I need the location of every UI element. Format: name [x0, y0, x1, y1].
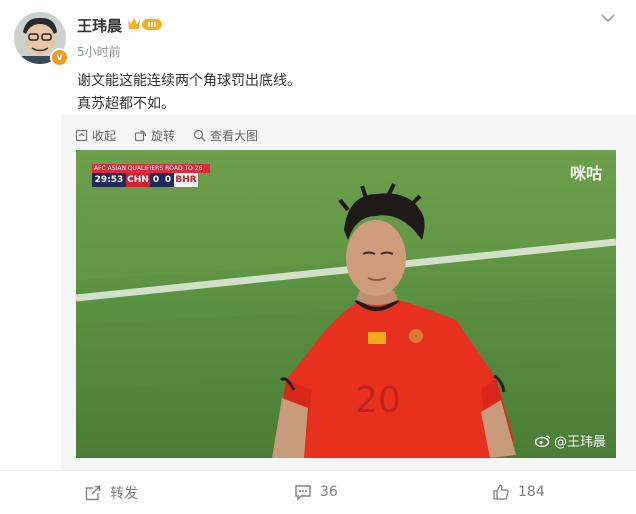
- team-b-score: 0: [162, 173, 174, 187]
- post-body: 谢文能这能连续两个角球罚出底线。 真苏超都不如。: [77, 70, 301, 116]
- thumbs-up-icon: [493, 484, 509, 500]
- match-clock: 29:53: [92, 173, 126, 187]
- author-name[interactable]: 王玮晨: [77, 15, 122, 36]
- rotate-label: 旋转: [151, 128, 176, 143]
- repost-label: 转发: [110, 486, 138, 502]
- post-timestamp[interactable]: 5小时前: [77, 43, 121, 60]
- comment-button[interactable]: 36: [294, 483, 338, 501]
- chevron-down-icon[interactable]: [598, 12, 618, 24]
- like-button[interactable]: 184: [492, 483, 545, 501]
- football-player-image: 20: [76, 150, 616, 458]
- rotate-icon: [134, 129, 147, 141]
- comment-count: 36: [320, 484, 338, 500]
- jersey-number: 20: [355, 380, 401, 421]
- collapse-button[interactable]: 收起: [75, 127, 116, 144]
- team-a-score: 0: [150, 173, 162, 187]
- media-toolbar: 收起 旋转 查看大图: [75, 126, 276, 144]
- magnify-icon: [193, 129, 206, 141]
- post-header: v 王玮晨 5小时前: [0, 0, 636, 68]
- view-large-label: 查看大图: [210, 128, 259, 143]
- view-large-button[interactable]: 查看大图: [193, 127, 258, 144]
- verified-badge-icon: v: [50, 48, 69, 67]
- post-action-bar: 转发 36 184: [0, 470, 636, 514]
- weibo-watermark-text: @王玮晨: [553, 435, 606, 450]
- media-viewer: 收起 旋转 查看大图 20 AFC ASIAN QUALIFIERS ROAD …: [61, 115, 636, 470]
- post-text-line: 真苏超都不如。: [77, 96, 175, 112]
- vip-crown-badge-icon: [128, 18, 162, 30]
- migu-watermark: 咪咕: [569, 164, 602, 183]
- like-count: 184: [518, 484, 545, 500]
- post-text-line: 谢文能这能连续两个角球罚出底线。: [77, 73, 301, 89]
- comment-icon: [295, 485, 311, 501]
- team-b-code: BHR: [174, 173, 198, 187]
- rotate-button[interactable]: 旋转: [134, 127, 175, 144]
- collapse-icon: [75, 129, 88, 141]
- post-photo[interactable]: 20 AFC ASIAN QUALIFIERS ROAD TO 26 29:53…: [76, 150, 616, 458]
- repost-button[interactable]: 转发: [84, 483, 138, 503]
- repost-icon: [85, 485, 101, 501]
- team-a-code: CHN: [126, 173, 150, 187]
- weibo-logo-icon: [534, 435, 551, 447]
- collapse-label: 收起: [92, 128, 117, 143]
- competition-label: AFC ASIAN QUALIFIERS ROAD TO 26: [92, 164, 210, 173]
- weibo-watermark: @王玮晨: [534, 431, 606, 450]
- scoreboard-overlay: AFC ASIAN QUALIFIERS ROAD TO 26 29:53 CH…: [92, 164, 210, 188]
